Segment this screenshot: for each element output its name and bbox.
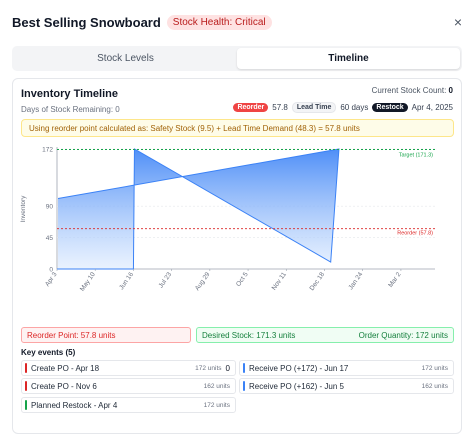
reorder-line-label: Reorder (57.8) xyxy=(397,231,433,237)
current-count-value: 0 xyxy=(448,86,453,95)
days-remaining: Days of Stock Remaining: 0 xyxy=(21,105,120,114)
x-tick-label: Jul 23 xyxy=(158,271,174,290)
inventory-chart-svg: 04590172InventoryTarget (171.3)Reorder (… xyxy=(20,147,435,293)
x-tick-label: Oct 5 xyxy=(235,271,250,288)
current-count-label: Current Stock Count: xyxy=(371,86,447,95)
event-marker xyxy=(25,381,27,391)
reorder-pill: Reorder xyxy=(233,103,269,112)
x-tick-label: Apr 3 xyxy=(44,271,59,288)
event-marker xyxy=(243,381,245,391)
event-item[interactable]: Create PO - Nov 6 162 units xyxy=(21,378,236,394)
key-events-list: Create PO - Apr 18 172 units 0 Receive P… xyxy=(21,360,454,432)
y-tick-label: 90 xyxy=(46,204,54,211)
y-tick-label: 45 xyxy=(46,235,54,242)
event-units: 172 units xyxy=(203,401,230,409)
event-label: Create PO - Nov 6 xyxy=(31,381,97,391)
x-tick-label: Aug 29 xyxy=(194,271,212,292)
event-label: Create PO - Apr 18 xyxy=(31,363,100,373)
reorder-info-banner: Using reorder point calculated as: Safet… xyxy=(21,119,454,137)
y-axis-label: Inventory xyxy=(20,195,27,222)
lead-time-value: 60 days xyxy=(340,103,369,112)
y-tick-label: 172 xyxy=(42,147,53,154)
desired-stock: Desired Stock: 171.3 units xyxy=(202,330,296,340)
close-icon[interactable]: × xyxy=(454,15,462,29)
stock-health-badge: Stock Health: Critical xyxy=(166,14,272,30)
x-tick-label: Jun 16 xyxy=(118,271,135,291)
tab-timeline[interactable]: Timeline xyxy=(237,48,460,69)
current-stock-count: Current Stock Count: 0 xyxy=(372,86,453,95)
restock-pill: Restock xyxy=(372,103,408,112)
event-item[interactable]: Create PO - Apr 18 172 units 0 xyxy=(21,360,236,376)
event-label: Planned Restock - Apr 4 xyxy=(31,400,118,410)
inventory-area xyxy=(57,149,339,269)
restock-date: Apr 4, 2025 xyxy=(411,103,453,112)
x-tick-label: Jan 24 xyxy=(347,271,364,291)
order-quantity: Order Quantity: 172 units xyxy=(358,330,448,340)
inventory-timeline-card: Inventory Timeline Days of Stock Remaini… xyxy=(12,78,462,434)
dialog-header: Best Selling Snowboard Stock Health: Cri… xyxy=(12,12,462,32)
event-marker xyxy=(25,363,27,373)
tab-stock-levels[interactable]: Stock Levels xyxy=(14,48,237,69)
card-title: Inventory Timeline xyxy=(21,88,118,100)
view-tabs: Stock Levels Timeline xyxy=(12,46,462,71)
event-units: 162 units xyxy=(203,382,230,390)
x-tick-label: Nov 11 xyxy=(271,271,288,292)
product-title: Best Selling Snowboard xyxy=(12,14,161,30)
event-units: 172 units xyxy=(421,364,448,372)
event-item[interactable]: Receive PO (+172) - Jun 17 172 units xyxy=(239,360,454,376)
lead-time-pill: Lead Time xyxy=(291,102,337,113)
event-label: Receive PO (+162) - Jun 5 xyxy=(249,381,344,391)
inventory-chart: 0 45 90 172 Inventory Target (171.3) Reorder (… xyxy=(13,139,463,299)
x-tick-label: May 10 xyxy=(79,271,97,293)
x-tick-label: Mar 2 xyxy=(387,271,402,289)
reorder-point-summary: Reorder Point: 57.8 units xyxy=(21,327,191,343)
event-marker xyxy=(25,400,27,410)
event-marker xyxy=(243,363,245,373)
stock-target-summary: Desired Stock: 171.3 units Order Quantit… xyxy=(196,327,454,343)
event-label: Receive PO (+172) - Jun 17 xyxy=(249,363,349,373)
target-line-label: Target (171.3) xyxy=(399,152,433,158)
key-events-title: Key events (5) xyxy=(21,348,76,357)
event-units: 162 units xyxy=(421,382,448,390)
event-item[interactable]: Receive PO (+162) - Jun 5 162 units xyxy=(239,378,454,394)
reorder-value: 57.8 xyxy=(272,103,288,112)
reorder-meta-row: Reorder 57.8 Lead Time 60 days Restock A… xyxy=(233,102,453,113)
event-extra: 0 xyxy=(225,363,230,373)
event-units: 172 units xyxy=(195,364,222,372)
event-item[interactable]: Planned Restock - Apr 4 172 units xyxy=(21,397,236,413)
x-tick-label: Dec 18 xyxy=(309,271,327,292)
